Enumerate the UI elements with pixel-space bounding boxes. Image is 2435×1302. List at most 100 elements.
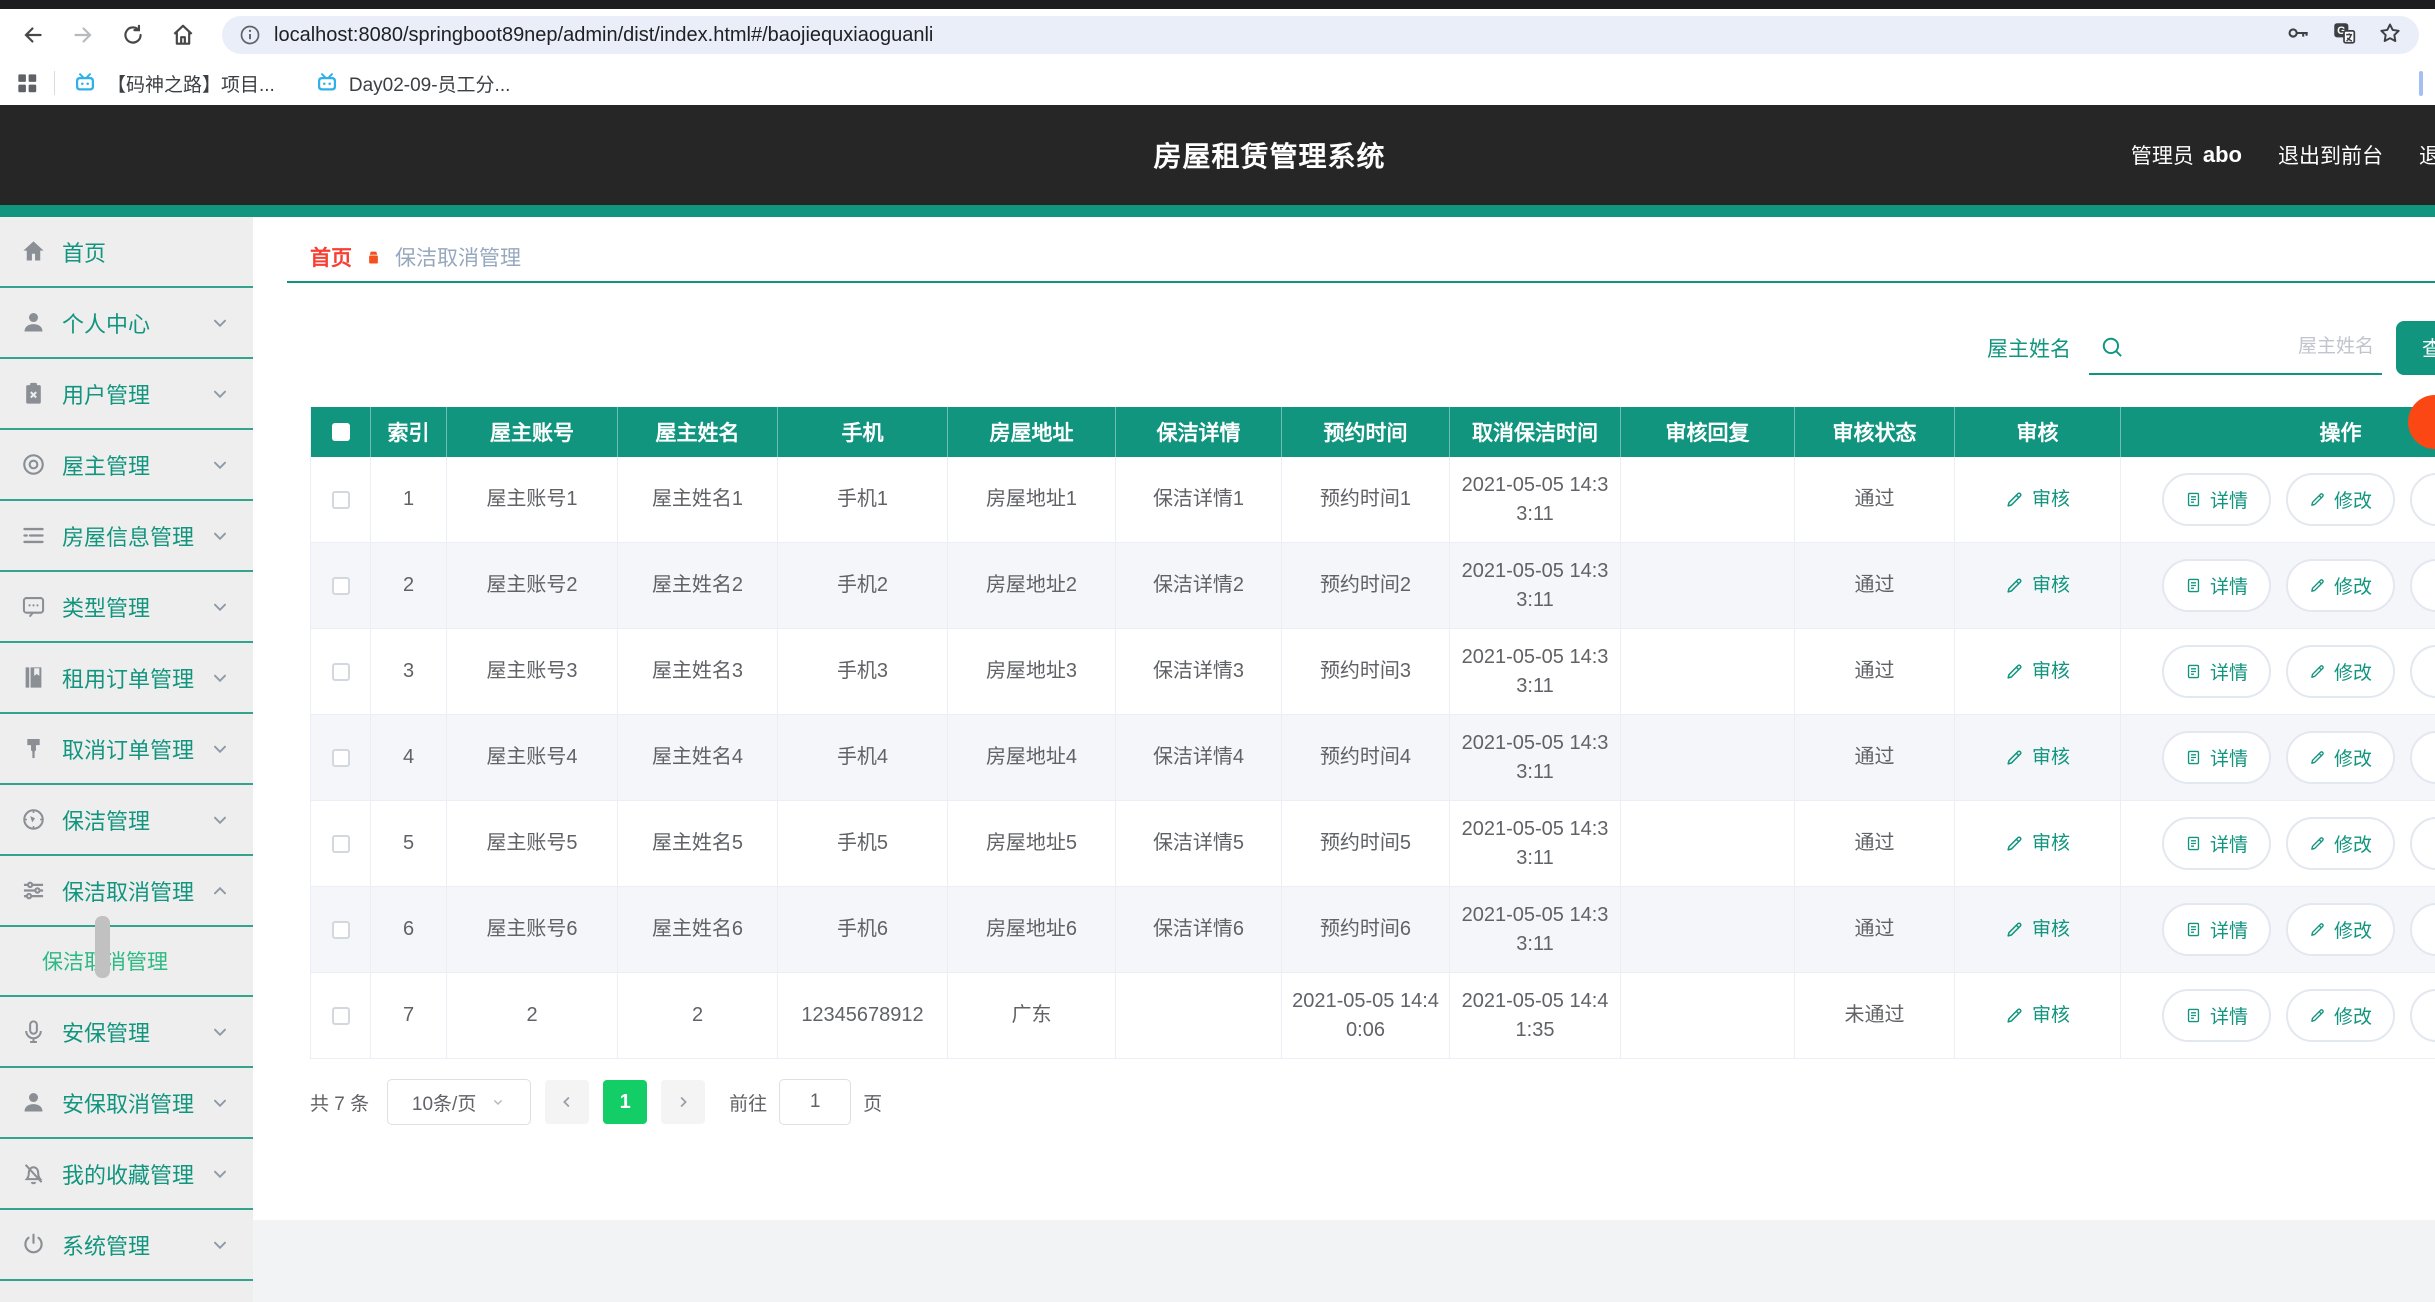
detail-button[interactable]: 详情	[2161, 989, 2271, 1042]
query-button[interactable]: 查询	[2396, 321, 2435, 375]
breadcrumb-box-icon	[364, 248, 383, 267]
audit-link[interactable]: 审核	[2005, 1002, 2070, 1030]
password-key-icon[interactable]	[2285, 20, 2311, 51]
logout-link[interactable]: 退出	[2419, 140, 2435, 170]
prev-page-button[interactable]	[545, 1080, 590, 1124]
sidebar-scrollbar-thumb[interactable]	[95, 916, 110, 978]
sidebar-item[interactable]: 个人中心	[0, 288, 253, 359]
table-row: 7 2 2 12345678912 广东 2021-05-05 14:40:06 2021-…	[311, 973, 2435, 1059]
audit-link[interactable]: 审核	[2005, 486, 2070, 514]
sidebar-item[interactable]: 首页	[0, 217, 253, 288]
detail-button[interactable]: 详情	[2161, 817, 2271, 870]
table-cell: 保洁详情5	[1116, 801, 1282, 887]
goto-page-input[interactable]	[779, 1079, 852, 1125]
table-cell: 手机1	[778, 457, 948, 543]
edit-button[interactable]: 修改	[2285, 817, 2395, 870]
bookmark-item[interactable]: 【码神之路】项目...	[73, 70, 275, 97]
column-header: 取消保洁时间	[1450, 407, 1621, 457]
sidebar-item[interactable]: 取消订单管理	[0, 714, 253, 785]
row-checkbox[interactable]	[331, 834, 350, 853]
sidebar-item[interactable]: 房屋信息管理	[0, 501, 253, 572]
sidebar-item-label: 屋主管理	[62, 453, 151, 479]
current-page-button[interactable]: 1	[603, 1080, 648, 1124]
sidebar-item[interactable]: 安保取消管理	[0, 1068, 253, 1139]
audit-link[interactable]: 审核	[2005, 830, 2070, 858]
apps-grid-icon[interactable]	[14, 70, 40, 96]
sidebar-item[interactable]: 我的收藏管理	[0, 1139, 253, 1210]
sidebar-item[interactable]: 保洁管理	[0, 785, 253, 856]
row-checkbox[interactable]	[331, 920, 350, 939]
sidebar-subitem[interactable]: 保洁取消管理	[0, 927, 253, 997]
breadcrumb-home-link[interactable]: 首页	[310, 242, 352, 272]
sidebar-item[interactable]: 保洁取消管理	[0, 856, 253, 927]
chevron-right-icon	[680, 1096, 688, 1108]
table-cell: 保洁详情4	[1116, 715, 1282, 801]
refresh-icon[interactable]	[116, 18, 150, 52]
detail-button[interactable]: 详情	[2161, 731, 2271, 784]
sidebar-item[interactable]: 安保管理	[0, 997, 253, 1068]
audit-link[interactable]: 审核	[2005, 744, 2070, 772]
edit-button[interactable]: 修改	[2285, 559, 2395, 612]
content-panel: 首页 保洁取消管理 屋主姓名 查询 索引屋主账号屋主姓名手机房屋地址保洁详情预约…	[253, 217, 2435, 1220]
audit-link[interactable]: 审核	[2005, 658, 2070, 686]
browser-toolbar: localhost:8080/springboot89nep/admin/dis…	[0, 9, 2435, 61]
column-header: 手机	[778, 407, 948, 457]
delete-button[interactable]: 删除	[2410, 989, 2435, 1042]
edit-button[interactable]: 修改	[2285, 731, 2395, 784]
admin-menu[interactable]: 管理员 abo	[2131, 140, 2242, 170]
content-area: 首页 保洁取消管理 屋主姓名 查询 索引屋主账号屋主姓名手机房屋地址保洁详情预约…	[253, 217, 2435, 1302]
row-checkbox[interactable]	[331, 662, 350, 681]
table-cell: 屋主姓名3	[618, 629, 778, 715]
delete-button[interactable]: 删除	[2410, 817, 2435, 870]
sidebar-item[interactable]: 类型管理	[0, 572, 253, 643]
audit-label: 审核	[2031, 660, 2070, 682]
translate-icon[interactable]: G	[2331, 20, 2357, 51]
address-bar[interactable]: localhost:8080/springboot89nep/admin/dis…	[222, 16, 2419, 54]
chevron-down-icon	[209, 454, 231, 476]
back-icon[interactable]	[16, 18, 50, 52]
detail-button[interactable]: 详情	[2161, 473, 2271, 526]
table-cell: 房屋地址2	[948, 543, 1116, 629]
audit-label: 审核	[2031, 918, 2070, 940]
edit-button[interactable]: 修改	[2285, 473, 2395, 526]
edit-button[interactable]: 修改	[2285, 645, 2395, 698]
window-top-strip	[0, 0, 2435, 9]
audit-link[interactable]: 审核	[2005, 916, 2070, 944]
row-checkbox[interactable]	[331, 490, 350, 509]
sidebar-item[interactable]: 租用订单管理	[0, 643, 253, 714]
delete-button[interactable]: 删除	[2410, 731, 2435, 784]
table-cell: 通过	[1795, 801, 1955, 887]
detail-button[interactable]: 详情	[2161, 559, 2271, 612]
row-checkbox[interactable]	[331, 1006, 350, 1025]
row-checkbox[interactable]	[331, 576, 350, 595]
edit-button[interactable]: 修改	[2285, 989, 2395, 1042]
edit-button[interactable]: 修改	[2285, 903, 2395, 956]
admin-name: abo	[2202, 142, 2242, 167]
next-page-button[interactable]	[661, 1080, 706, 1124]
table-cell: 广东	[948, 973, 1116, 1059]
bookmark-star-icon[interactable]	[2377, 20, 2403, 51]
side-panel-indicator	[2419, 71, 2423, 96]
home-browser-icon[interactable]	[166, 18, 200, 52]
delete-button[interactable]: 删除	[2410, 473, 2435, 526]
sidebar-item[interactable]: 用户管理	[0, 359, 253, 430]
forward-icon[interactable]	[66, 18, 100, 52]
delete-button[interactable]: 删除	[2410, 559, 2435, 612]
delete-button[interactable]: 删除	[2410, 903, 2435, 956]
sidebar-item[interactable]: 系统管理	[0, 1210, 253, 1281]
search-icon	[2102, 337, 2122, 357]
page-size-select[interactable]: 10条/页	[387, 1079, 532, 1125]
row-checkbox[interactable]	[331, 748, 350, 767]
site-info-icon[interactable]	[238, 23, 262, 47]
table-cell	[1621, 543, 1795, 629]
bookmark-item[interactable]: Day02-09-员工分...	[315, 70, 510, 97]
select-all-checkbox[interactable]	[311, 407, 371, 457]
book-icon	[20, 664, 47, 691]
sidebar-item[interactable]: 屋主管理	[0, 430, 253, 501]
search-input[interactable]	[2089, 321, 2382, 373]
detail-button[interactable]: 详情	[2161, 903, 2271, 956]
detail-button[interactable]: 详情	[2161, 645, 2271, 698]
audit-link[interactable]: 审核	[2005, 572, 2070, 600]
logout-front-link[interactable]: 退出到前台	[2278, 140, 2383, 170]
delete-button[interactable]: 删除	[2410, 645, 2435, 698]
